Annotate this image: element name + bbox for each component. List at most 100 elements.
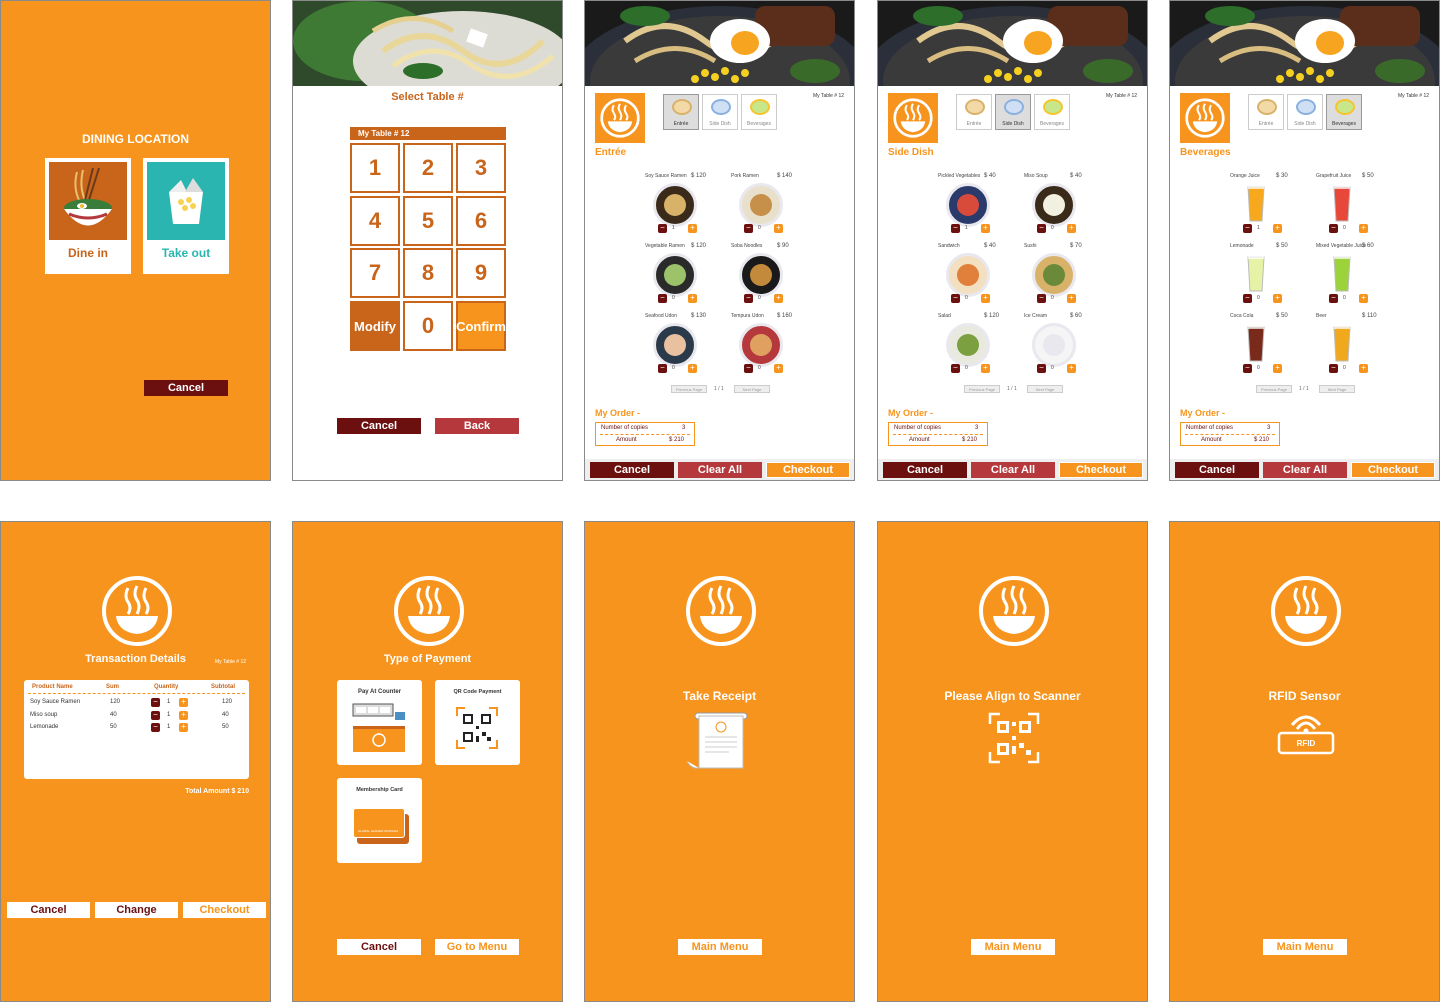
increase-quantity-button[interactable]: + xyxy=(179,723,188,732)
decrease-quantity-button[interactable]: − xyxy=(658,294,667,303)
pay-at-counter-option[interactable]: Pay At Counter xyxy=(337,680,422,765)
increase-quantity-button[interactable]: + xyxy=(1359,294,1368,303)
cancel-button[interactable]: Cancel xyxy=(337,939,421,955)
decrease-quantity-button[interactable]: − xyxy=(1037,224,1046,233)
main-menu-button[interactable]: Main Menu xyxy=(678,939,762,955)
tab-entree[interactable]: Entrée xyxy=(956,94,992,130)
decrease-quantity-button[interactable]: − xyxy=(1329,224,1338,233)
previous-page-button[interactable]: Previous Page xyxy=(964,385,1000,393)
decrease-quantity-button[interactable]: − xyxy=(1243,364,1252,373)
increase-quantity-button[interactable]: + xyxy=(981,364,990,373)
checkout-button[interactable]: Checkout xyxy=(766,462,850,478)
checkout-button[interactable]: Checkout xyxy=(1059,462,1143,478)
increase-quantity-button[interactable]: + xyxy=(774,224,783,233)
decrease-quantity-button[interactable]: − xyxy=(151,710,160,720)
key-8[interactable]: 8 xyxy=(403,248,453,298)
key-6[interactable]: 6 xyxy=(456,196,506,246)
increase-quantity-button[interactable]: + xyxy=(981,294,990,303)
key-9[interactable]: 9 xyxy=(456,248,506,298)
item-price: $ 40 xyxy=(984,173,996,179)
decrease-quantity-button[interactable]: − xyxy=(658,224,667,233)
increase-quantity-button[interactable]: + xyxy=(1273,224,1282,233)
go-to-menu-button[interactable]: Go to Menu xyxy=(435,939,519,955)
next-page-button[interactable]: Next Page xyxy=(1319,385,1355,393)
decrease-quantity-button[interactable]: − xyxy=(1243,294,1252,303)
next-page-button[interactable]: Next Page xyxy=(734,385,770,393)
key-4[interactable]: 4 xyxy=(350,196,400,246)
decrease-quantity-button[interactable]: − xyxy=(1329,294,1338,303)
increase-quantity-button[interactable]: + xyxy=(688,294,697,303)
tab-side-dish[interactable]: Side Dish xyxy=(995,94,1031,130)
clear-all-button[interactable]: Clear All xyxy=(1263,462,1347,478)
increase-quantity-button[interactable]: + xyxy=(1067,224,1076,233)
increase-quantity-button[interactable]: + xyxy=(179,710,188,720)
increase-quantity-button[interactable]: + xyxy=(981,224,990,233)
change-button[interactable]: Change xyxy=(95,902,178,918)
tab-beverages[interactable]: Beverages xyxy=(1326,94,1362,130)
cancel-button[interactable]: Cancel xyxy=(883,462,967,478)
back-button[interactable]: Back xyxy=(435,418,519,434)
clear-all-button[interactable]: Clear All xyxy=(971,462,1055,478)
increase-quantity-button[interactable]: + xyxy=(774,294,783,303)
cancel-button[interactable]: Cancel xyxy=(144,380,228,396)
increase-quantity-button[interactable]: + xyxy=(1067,294,1076,303)
next-page-button[interactable]: Next Page xyxy=(1027,385,1063,393)
dine-in-card[interactable]: Dine in xyxy=(45,158,131,274)
modify-key[interactable]: Modify xyxy=(350,301,400,351)
decrease-quantity-button[interactable]: − xyxy=(951,224,960,233)
decrease-quantity-button[interactable]: − xyxy=(1037,294,1046,303)
increase-quantity-button[interactable]: + xyxy=(774,364,783,373)
increase-quantity-button[interactable]: + xyxy=(1359,224,1368,233)
tab-side-dish[interactable]: Side Dish xyxy=(1287,94,1323,130)
dish-topping xyxy=(750,264,772,286)
tab-beverages[interactable]: Beverages xyxy=(1034,94,1070,130)
cancel-button[interactable]: Cancel xyxy=(7,902,90,918)
tab-entree[interactable]: Entrée xyxy=(663,94,699,130)
increase-quantity-button[interactable]: + xyxy=(1273,364,1282,373)
key-2[interactable]: 2 xyxy=(403,143,453,193)
dish-topping xyxy=(1043,194,1065,216)
decrease-quantity-button[interactable]: − xyxy=(744,364,753,373)
decrease-quantity-button[interactable]: − xyxy=(744,224,753,233)
clear-all-button[interactable]: Clear All xyxy=(678,462,762,478)
increase-quantity-button[interactable]: + xyxy=(179,698,188,707)
decrease-quantity-button[interactable]: − xyxy=(151,723,160,732)
decrease-quantity-button[interactable]: − xyxy=(1329,364,1338,373)
decrease-quantity-button[interactable]: − xyxy=(951,294,960,303)
main-menu-button[interactable]: Main Menu xyxy=(1263,939,1347,955)
key-1[interactable]: 1 xyxy=(350,143,400,193)
checkout-button[interactable]: Checkout xyxy=(183,902,266,918)
main-menu-button[interactable]: Main Menu xyxy=(971,939,1055,955)
increase-quantity-button[interactable]: + xyxy=(1359,364,1368,373)
decrease-quantity-button[interactable]: − xyxy=(1037,364,1046,373)
confirm-key[interactable]: Confirm xyxy=(456,301,506,351)
dish-photo xyxy=(653,323,697,367)
key-3[interactable]: 3 xyxy=(456,143,506,193)
take-out-card[interactable]: Take out xyxy=(143,158,229,274)
decrease-quantity-button[interactable]: − xyxy=(951,364,960,373)
membership-card-option[interactable]: Membership Card GLOBAL LEADER NOODLES xyxy=(337,778,422,863)
decrease-quantity-button[interactable]: − xyxy=(658,364,667,373)
increase-quantity-button[interactable]: + xyxy=(1067,364,1076,373)
increase-quantity-button[interactable]: + xyxy=(1273,294,1282,303)
cancel-button[interactable]: Cancel xyxy=(590,462,674,478)
tab-beverages[interactable]: Beverages xyxy=(741,94,777,130)
key-7[interactable]: 7 xyxy=(350,248,400,298)
tab-entree[interactable]: Entrée xyxy=(1248,94,1284,130)
increase-quantity-button[interactable]: + xyxy=(688,364,697,373)
increase-quantity-button[interactable]: + xyxy=(688,224,697,233)
previous-page-button[interactable]: Previous Page xyxy=(1256,385,1292,393)
screen-menu-side-dish: Side Dish Entrée Side Dish Beverages My Tabl… xyxy=(877,0,1148,481)
previous-page-button[interactable]: Previous Page xyxy=(671,385,707,393)
checkout-button[interactable]: Checkout xyxy=(1351,462,1435,478)
cancel-button[interactable]: Cancel xyxy=(337,418,421,434)
decrease-quantity-button[interactable]: − xyxy=(744,294,753,303)
qr-code-payment-option[interactable]: QR Code Payment xyxy=(435,680,520,765)
key-5[interactable]: 5 xyxy=(403,196,453,246)
take-receipt-heading: Take Receipt xyxy=(682,689,757,703)
decrease-quantity-button[interactable]: − xyxy=(1243,224,1252,233)
key-0[interactable]: 0 xyxy=(403,301,453,351)
cancel-button[interactable]: Cancel xyxy=(1175,462,1259,478)
decrease-quantity-button[interactable]: − xyxy=(151,698,160,707)
tab-side-dish[interactable]: Side Dish xyxy=(702,94,738,130)
